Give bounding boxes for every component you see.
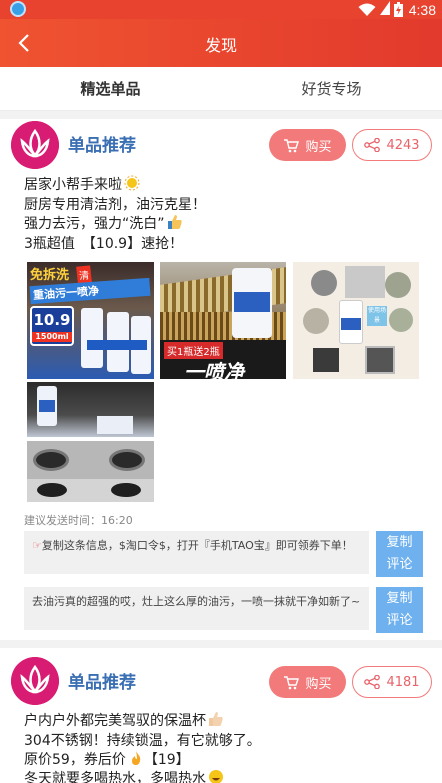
post-text-line: 居家小帮手来啦 [24,174,140,194]
wifi-icon [358,3,376,17]
tab-good-deals[interactable]: 好货专场 [221,67,442,110]
comment-label: 评论 [386,557,413,572]
copy-text-box[interactable]: ☞复制这条信息，$淘口令$，打开『手机TAO宝』即可领券下单！ [24,531,369,574]
post-title: 单品推荐 [68,673,136,693]
hand-pointing-icon: ☞ [32,539,42,552]
divider [0,111,442,119]
image-text: 使用场景 [367,306,387,326]
app-notification-icon [10,1,26,17]
tab-selected-items[interactable]: 精选单品 [0,67,221,110]
share-button[interactable]: 4243 [352,129,432,161]
post-text: 304不锈钢！持续锁温，有它就够了。 [24,733,261,749]
product-image[interactable]: 免拆洗 清 重油污一喷净 10.9 1500ml [27,262,154,379]
image-text: 免拆洗 [30,268,70,283]
thumbs-up-icon [167,214,183,230]
avatar [11,121,59,169]
post-title: 单品推荐 [68,136,136,156]
post-text: 居家小帮手来啦 [24,177,122,193]
sun-emoji-icon [124,175,140,191]
post-text: 强力去污，强力“洗白” [24,216,165,232]
share-icon [364,675,381,689]
share-count: 4243 [386,137,420,153]
avatar [11,657,59,705]
page-title: 发现 [204,36,237,55]
post-text-line: 原价59，券后价 【19】 [24,749,190,769]
copy-text: 复制这条信息，$淘口令$，打开『手机TAO宝』即可领券下单！ [41,539,353,552]
product-image[interactable] [27,441,154,502]
lotus-logo-icon [11,121,59,169]
image-text: 一喷净 [184,360,244,379]
thumbs-up-icon [208,711,224,727]
share-icon [364,138,381,152]
product-image[interactable]: 买1瓶送2瓶 一喷净 [160,262,286,379]
volume-text: 1500ml [32,332,72,342]
copy-text-box[interactable]: 去油污真的超强的哎，灶上这么厚的油污，一喷一抹就干净如新了~ [24,587,369,630]
send-time: 建议发送时间：16:20 [24,514,133,527]
lotus-logo-icon [11,657,59,705]
buy-label: 购买 [305,676,332,692]
battery-icon [393,2,403,17]
copy-comment-button[interactable]: 复制 评论 [376,531,423,577]
product-image[interactable] [27,382,154,437]
share-count: 4181 [386,674,420,690]
app-bar: 发现 [0,19,442,67]
cart-icon [284,138,300,152]
post-text: 原价59，券后价 [24,752,126,768]
buy-label: 购买 [305,139,332,155]
buy-button[interactable]: 购买 [269,129,346,161]
fire-icon [128,750,144,766]
price-badge: 10.9 1500ml [30,306,74,346]
post-text: 厨房专用清洁剂，油污克星！ [24,197,206,213]
post-text: 【19】 [143,752,190,768]
post-text: 户内户外都完美驾驭的保温杯 [24,713,206,729]
copy-text: 去油污真的超强的哎，灶上这么厚的油污，一喷一抹就干净如新了~ [32,595,361,608]
post-text-line: 冬天就要多喝热水，多喝热水 [24,768,224,783]
status-time: 4:38 [408,1,436,18]
copy-comment-button[interactable]: 复制 评论 [376,587,423,633]
post-text: 冬天就要多喝热水，多喝热水 [24,771,206,783]
copy-label: 复制 [386,591,413,606]
divider [0,640,442,648]
buy-button[interactable]: 购买 [269,666,346,698]
image-text: 清 [76,265,92,284]
tab-bar: 精选单品 好货专场 [0,67,442,111]
post-text: 3瓶超值 【10.9】速抢！ [24,236,184,252]
post-text-line: 强力去污，强力“洗白” [24,213,183,233]
laughing-emoji-icon [208,769,224,783]
comment-label: 评论 [386,613,413,628]
signal-icon [379,0,390,19]
cart-icon [284,675,300,689]
share-button[interactable]: 4181 [352,666,432,698]
product-image[interactable]: 使用场景 [293,262,419,379]
post-text-line: 户内户外都完美驾驭的保温杯 [24,710,224,730]
status-bar: 4:38 [0,0,442,19]
copy-label: 复制 [386,535,413,550]
price-text: 10.9 [33,311,71,329]
